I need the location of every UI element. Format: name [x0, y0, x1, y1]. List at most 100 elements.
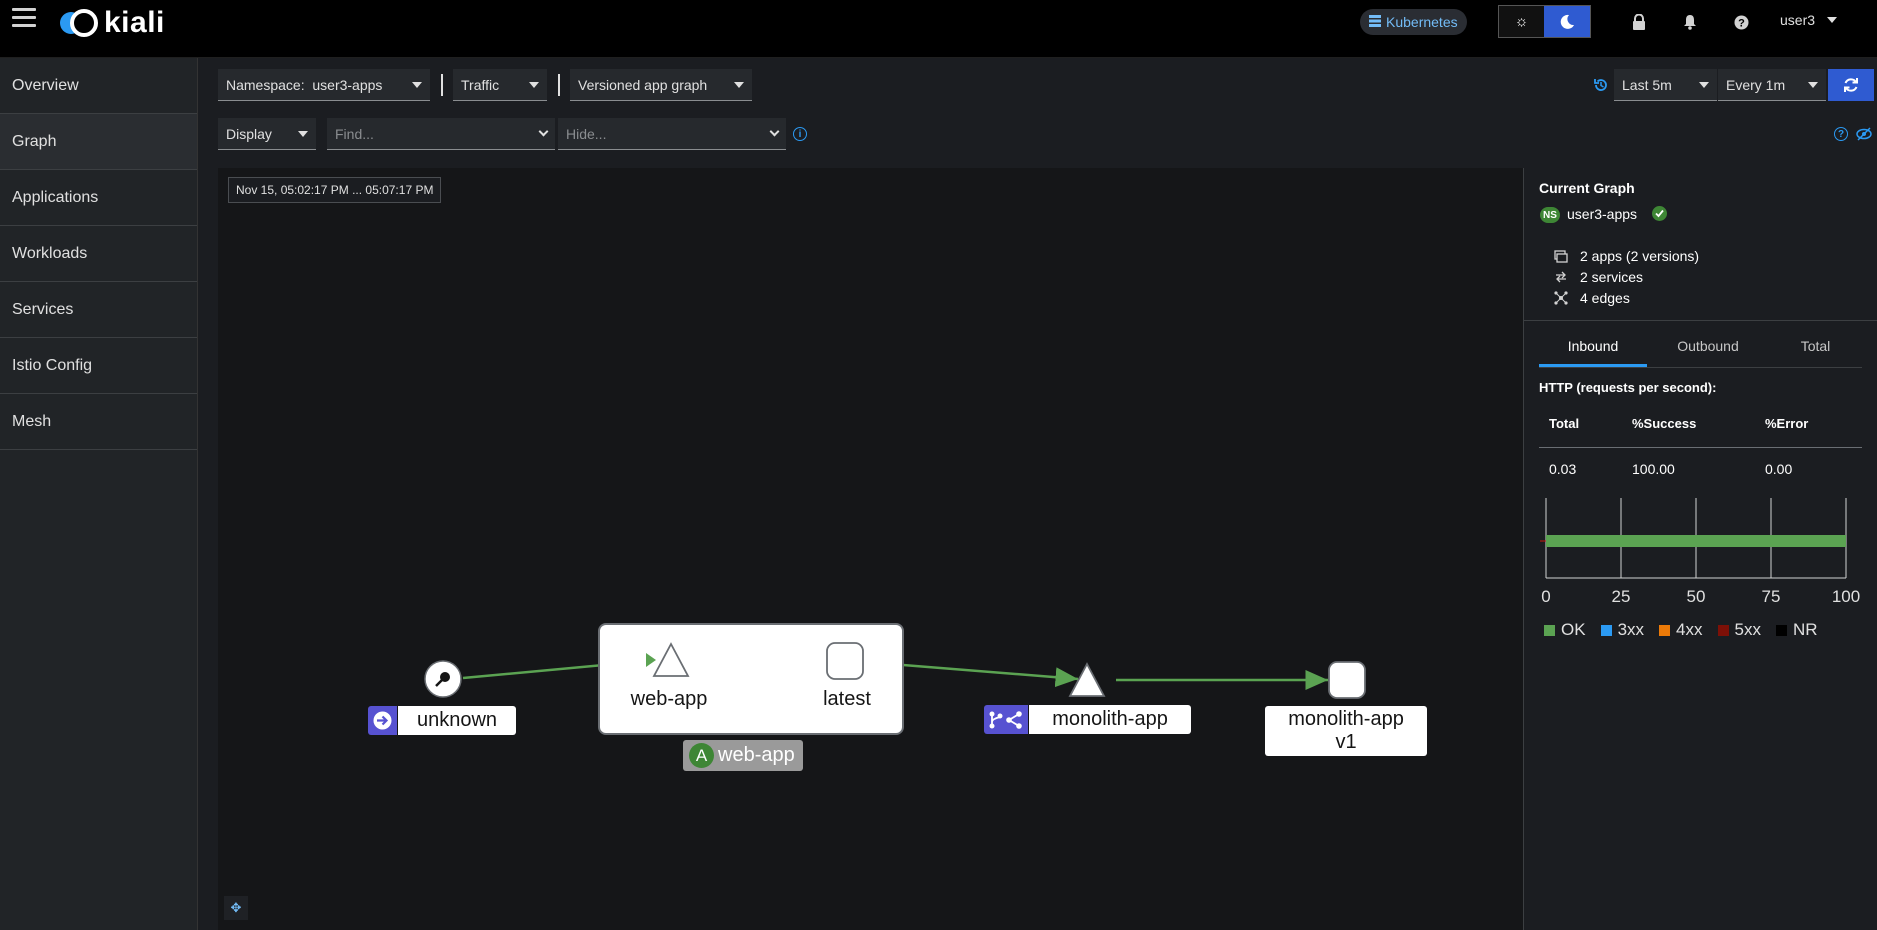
kiali-logo-icon [58, 6, 104, 40]
latest-workload-node[interactable] [825, 641, 865, 681]
unknown-label: unknown [398, 706, 516, 735]
summary-edges-text: 4 edges [1580, 290, 1630, 306]
user-name: user3 [1780, 12, 1816, 28]
lock-icon[interactable] [1630, 12, 1648, 32]
sidebar-item-applications[interactable]: Applications [0, 170, 197, 226]
find-input[interactable]: Find... [327, 118, 555, 150]
chart-bar-ok [1546, 535, 1846, 547]
chevron-down-icon [1808, 81, 1818, 88]
legend-label: 5xx [1734, 620, 1761, 639]
table-value-error: 0.00 [1765, 461, 1793, 477]
app-badge-icon: A [689, 743, 714, 768]
cluster-badge[interactable]: Kubernetes [1360, 9, 1467, 35]
legend-label: NR [1792, 620, 1818, 639]
info-icon[interactable]: i [793, 127, 807, 141]
moon-icon [1560, 14, 1574, 29]
help-circle-icon[interactable]: ? [1834, 127, 1848, 141]
toolbar-divider [558, 74, 560, 96]
sidebar-item-services[interactable]: Services [0, 282, 197, 338]
duration-select[interactable]: Last 5m [1614, 69, 1717, 101]
health-ok-icon [1652, 206, 1667, 221]
legend-swatch [1775, 624, 1787, 636]
webapp-service-label: web-app [611, 685, 727, 714]
sidebar-item-mesh[interactable]: Mesh [0, 394, 197, 450]
chevron-down-icon [769, 126, 780, 137]
app-box-name: web-app [718, 744, 795, 766]
bell-icon[interactable] [1681, 12, 1699, 32]
brand-logo[interactable]: kiali [58, 6, 165, 40]
hide-input[interactable]: Hide... [558, 118, 786, 150]
dark-theme-button[interactable] [1544, 6, 1590, 37]
monolith-v1-workload-node[interactable] [1327, 660, 1367, 700]
expand-arrows-icon: ✥ [230, 900, 242, 915]
user-menu[interactable]: user3 [1780, 12, 1838, 28]
sun-icon: ☼ [1514, 13, 1529, 30]
monolith-service-node[interactable] [1068, 662, 1106, 698]
refresh-interval-select[interactable]: Every 1m [1718, 69, 1826, 101]
find-placeholder: Find... [335, 125, 374, 142]
cluster-icon [1369, 14, 1381, 30]
table-header-total: Total [1549, 416, 1580, 431]
theme-toggle[interactable]: ☼ [1498, 5, 1591, 38]
legend-label: 4xx [1676, 620, 1703, 639]
edge-arrow [646, 653, 656, 667]
display-label: Display [226, 125, 272, 142]
summary-panel: Current Graph NS user3-apps 2 apps (2 ve… [1523, 168, 1877, 930]
fit-graph-button[interactable]: ✥ [224, 896, 248, 920]
traffic-tabs: Inbound Outbound Total [1539, 338, 1862, 368]
tab-inbound[interactable]: Inbound [1539, 338, 1647, 367]
graph-canvas[interactable]: Nov 15, 05:02:17 PM ... 05:07:17 PM unkn… [218, 168, 1523, 930]
traffic-select[interactable]: Traffic [453, 69, 547, 101]
legend-swatch [1544, 624, 1555, 636]
summary-edges: 4 edges [1554, 290, 1630, 306]
graph-type-select[interactable]: Versioned app graph [570, 69, 752, 101]
http-title: HTTP (requests per second): [1539, 380, 1717, 395]
legend-item: NR [1775, 620, 1818, 640]
summary-services: 2 services [1554, 269, 1643, 285]
unknown-node[interactable] [423, 659, 463, 699]
legend-swatch [1659, 624, 1671, 636]
summary-apps: 2 apps (2 versions) [1554, 248, 1699, 264]
sidebar-item-istio-config[interactable]: Istio Config [0, 338, 197, 394]
sidebar-item-overview[interactable]: Overview [0, 58, 197, 114]
legend-swatch [1717, 624, 1729, 636]
light-theme-button[interactable]: ☼ [1499, 6, 1545, 37]
summary-services-text: 2 services [1580, 269, 1644, 285]
monolith-v1-name: monolith-app [1288, 708, 1404, 730]
tab-total[interactable]: Total [1769, 338, 1862, 367]
monolith-badge [984, 705, 1028, 734]
panel-divider [1524, 320, 1877, 321]
namespace-select[interactable]: Namespace: user3-apps [218, 69, 430, 101]
refresh-icon [1844, 78, 1858, 92]
chevron-down-icon [734, 81, 744, 88]
virtual-service-icon [989, 710, 1022, 729]
tab-outbound[interactable]: Outbound [1647, 338, 1769, 367]
legend-item: 3xx [1600, 620, 1645, 640]
refresh-button[interactable] [1828, 69, 1874, 101]
services-icon [1554, 270, 1568, 284]
legend-swatch [1600, 624, 1612, 636]
monolith-v1-version: v1 [1335, 731, 1357, 753]
duration-value: Last 5m [1622, 76, 1672, 93]
help-icon[interactable]: ? [1732, 12, 1750, 32]
table-header-error: %Error [1765, 416, 1809, 431]
legend-label: 3xx [1617, 620, 1645, 639]
sidebar-item-workloads[interactable]: Workloads [0, 226, 197, 282]
topology-icon [1554, 291, 1568, 305]
display-select[interactable]: Display [218, 118, 316, 150]
legend-item: OK [1544, 620, 1586, 640]
namespace-link[interactable]: user3-apps [1567, 206, 1637, 222]
request-rate-chart: 0 25 50 75 100 [1540, 498, 1860, 606]
history-icon[interactable] [1593, 77, 1609, 93]
hide-panel-icon[interactable] [1856, 126, 1872, 142]
latest-label: latest [804, 685, 890, 714]
chevron-down-icon [1827, 17, 1838, 23]
app-box-label: A web-app [683, 740, 803, 771]
sidebar-item-graph[interactable]: Graph [0, 114, 197, 170]
masthead: kiali Kubernetes ☼ ? user3 [0, 0, 1877, 58]
table-divider [1539, 447, 1862, 448]
sidebar: Overview Graph Applications Workloads Se… [0, 58, 198, 930]
graph-edges [462, 650, 1328, 690]
apps-icon [1554, 249, 1568, 263]
menu-icon[interactable] [12, 8, 36, 32]
